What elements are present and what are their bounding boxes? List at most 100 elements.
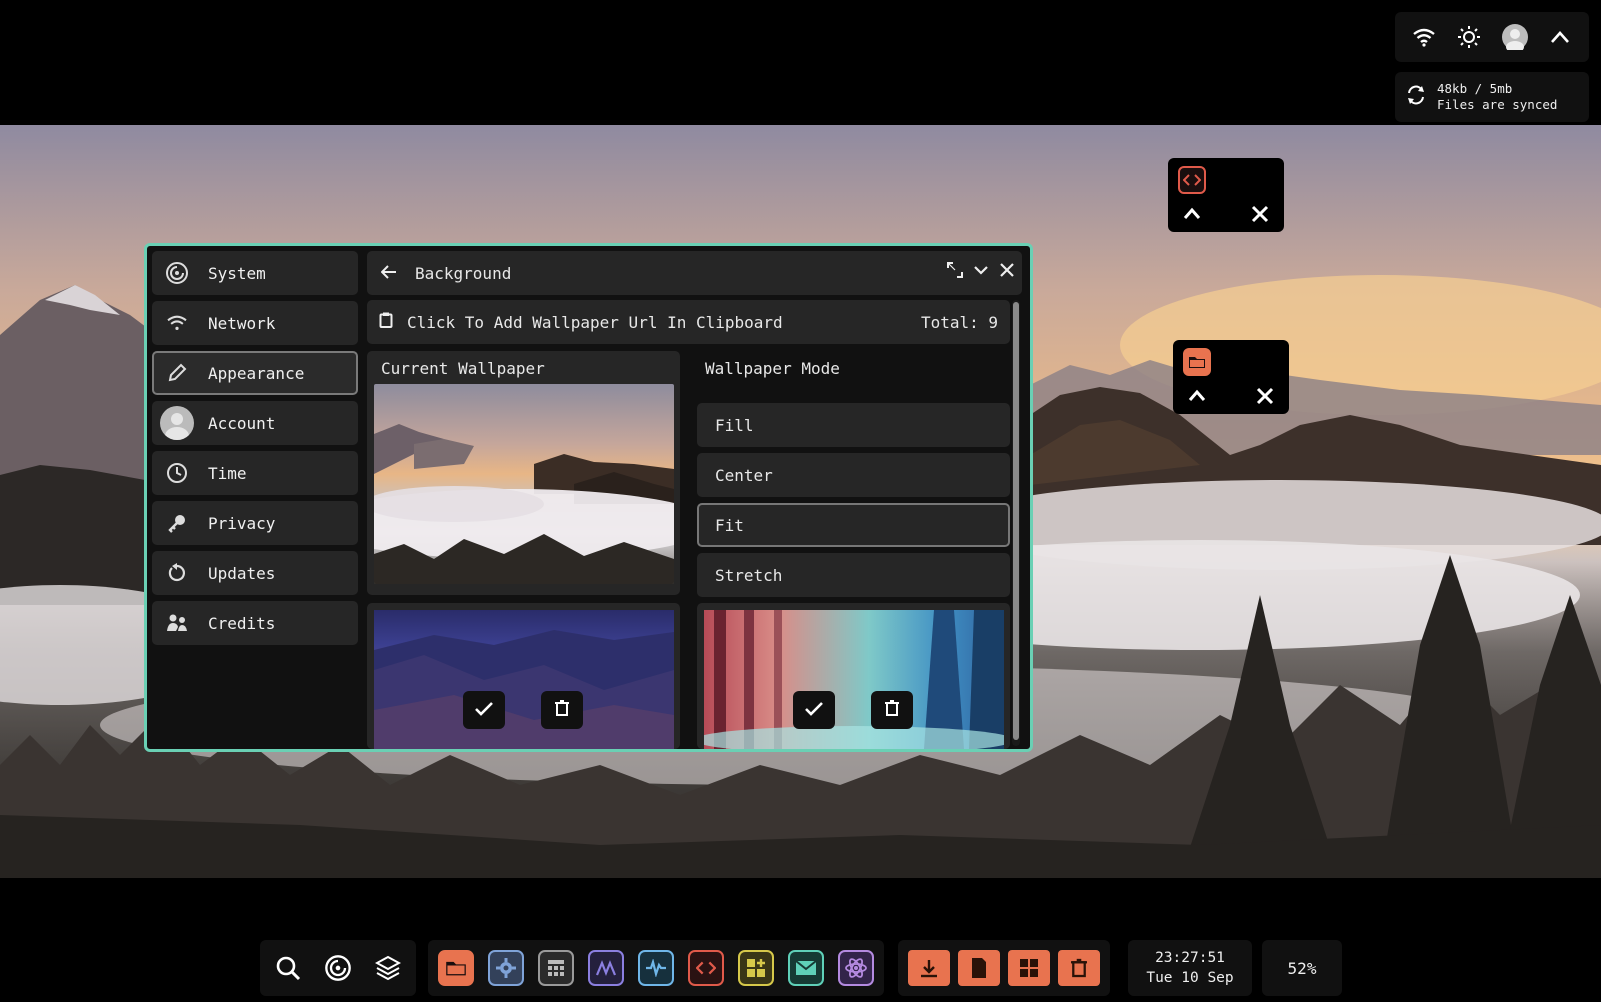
restore-chevron-icon[interactable]	[1187, 386, 1207, 406]
monitor-app-icon[interactable]	[638, 950, 674, 986]
system-icon[interactable]	[320, 950, 356, 986]
mode-label: Fit	[715, 515, 744, 535]
current-wallpaper-thumbnail	[374, 384, 674, 584]
wallpaper-total: Total: 9	[920, 312, 998, 332]
files-app-icon[interactable]	[438, 950, 474, 986]
settings-sidebar: System Network Appearance Account Time P…	[152, 251, 358, 651]
apply-wallpaper-button[interactable]	[463, 691, 505, 729]
documents-folder-icon[interactable]	[958, 950, 1000, 986]
current-wallpaper-card: Current Wallpaper	[367, 351, 680, 595]
taskbar: 23:27:51 Tue 10 Sep 52%	[0, 878, 1601, 1002]
charts-app-icon[interactable]	[588, 950, 624, 986]
system-tray	[1395, 12, 1589, 62]
close-icon[interactable]	[1250, 204, 1270, 224]
wallpaper-card	[367, 603, 680, 749]
mode-fill-button[interactable]: Fill	[697, 403, 1010, 447]
sidebar-item-updates[interactable]: Updates	[152, 551, 358, 595]
wallpaper-mode-label: Wallpaper Mode	[705, 359, 840, 378]
sidebar-item-network[interactable]: Network	[152, 301, 358, 345]
brightness-icon[interactable]	[1455, 23, 1483, 51]
panel-header: Background	[367, 251, 1022, 295]
code-icon	[1178, 166, 1206, 194]
clipboard-icon	[379, 312, 393, 332]
apply-wallpaper-button[interactable]	[793, 691, 835, 729]
taskbar-folders	[898, 940, 1110, 996]
apps-folder-icon[interactable]	[1008, 950, 1050, 986]
sidebar-item-label: System	[208, 263, 266, 283]
delete-wallpaper-button[interactable]	[541, 691, 583, 729]
sidebar-item-label: Time	[208, 463, 247, 483]
mode-center-button[interactable]: Center	[697, 453, 1010, 497]
sidebar-item-appearance[interactable]: Appearance	[152, 351, 358, 395]
folder-icon	[1183, 348, 1211, 376]
avatar[interactable]	[1501, 23, 1529, 51]
code-app-icon[interactable]	[688, 950, 724, 986]
wifi-icon	[164, 310, 190, 336]
wallpaper-card	[697, 603, 1010, 749]
mail-app-icon[interactable]	[788, 950, 824, 986]
taskbar-launchers	[260, 940, 416, 996]
clipboard-label: Click To Add Wallpaper Url In Clipboard	[407, 312, 783, 332]
sidebar-item-account[interactable]: Account	[152, 401, 358, 445]
scrollbar[interactable]	[1012, 300, 1020, 746]
current-wallpaper-label: Current Wallpaper	[381, 359, 545, 378]
chevron-up-icon[interactable]	[1546, 23, 1574, 51]
minimized-file-manager[interactable]	[1173, 340, 1289, 414]
restore-chevron-icon[interactable]	[1182, 204, 1202, 224]
sidebar-item-label: Account	[208, 413, 276, 433]
add-wallpaper-clipboard-button[interactable]: Click To Add Wallpaper Url In Clipboard …	[367, 300, 1010, 344]
page-title: Background	[415, 263, 512, 283]
check-icon	[805, 701, 823, 720]
refresh-icon	[164, 560, 190, 586]
sync-icon	[1405, 84, 1427, 110]
sync-status-text: Files are synced	[1437, 97, 1558, 112]
close-icon[interactable]	[998, 261, 1016, 279]
atom-app-icon[interactable]	[838, 950, 874, 986]
settings-window: System Network Appearance Account Time P…	[144, 243, 1033, 752]
minimized-code-editor[interactable]	[1168, 158, 1284, 232]
calculator-app-icon[interactable]	[538, 950, 574, 986]
mode-fit-button[interactable]: Fit	[697, 503, 1010, 547]
trash-folder-icon[interactable]	[1058, 950, 1100, 986]
trash-icon	[555, 700, 569, 720]
wifi-icon[interactable]	[1410, 23, 1438, 51]
sidebar-item-credits[interactable]: Credits	[152, 601, 358, 645]
sidebar-item-privacy[interactable]: Privacy	[152, 501, 358, 545]
mode-label: Stretch	[715, 565, 783, 585]
trash-icon	[885, 700, 899, 720]
delete-wallpaper-button[interactable]	[871, 691, 913, 729]
window-controls	[946, 261, 1016, 279]
mode-stretch-button[interactable]: Stretch	[697, 553, 1010, 597]
sidebar-item-system[interactable]: System	[152, 251, 358, 295]
expand-icon[interactable]	[946, 261, 964, 279]
clock-icon	[164, 460, 190, 486]
avatar	[160, 406, 194, 440]
background-panel: Background Click To Add Wallpaper Url In…	[367, 246, 1030, 749]
sidebar-item-time[interactable]: Time	[152, 451, 358, 495]
sidebar-item-label: Credits	[208, 613, 276, 633]
mode-label: Center	[715, 465, 773, 485]
key-icon	[164, 510, 190, 536]
clock-time: 23:27:51	[1155, 950, 1225, 966]
layers-icon[interactable]	[370, 950, 406, 986]
downloads-folder-icon[interactable]	[908, 950, 950, 986]
widgets-app-icon[interactable]	[738, 950, 774, 986]
settings-app-icon[interactable]	[488, 950, 524, 986]
clock-widget[interactable]: 23:27:51 Tue 10 Sep	[1128, 940, 1252, 996]
wallpaper-thumbnail[interactable]	[704, 610, 1004, 749]
back-arrow-icon[interactable]	[380, 264, 397, 283]
chevron-down-icon[interactable]	[972, 261, 990, 279]
people-icon	[164, 610, 190, 636]
sidebar-item-label: Network	[208, 313, 276, 333]
battery-widget[interactable]: 52%	[1262, 940, 1342, 996]
clock-date: Tue 10 Sep	[1146, 970, 1234, 986]
sidebar-item-label: Privacy	[208, 513, 276, 533]
wallpaper-thumbnail[interactable]	[374, 610, 674, 749]
mode-label: Fill	[715, 415, 754, 435]
sync-size: 48kb / 5mb	[1437, 81, 1513, 96]
pencil-icon	[164, 360, 190, 386]
sync-status[interactable]: 48kb / 5mb Files are synced	[1395, 72, 1589, 122]
search-icon[interactable]	[270, 950, 306, 986]
close-icon[interactable]	[1255, 386, 1275, 406]
scrollbar-thumb[interactable]	[1013, 302, 1019, 740]
